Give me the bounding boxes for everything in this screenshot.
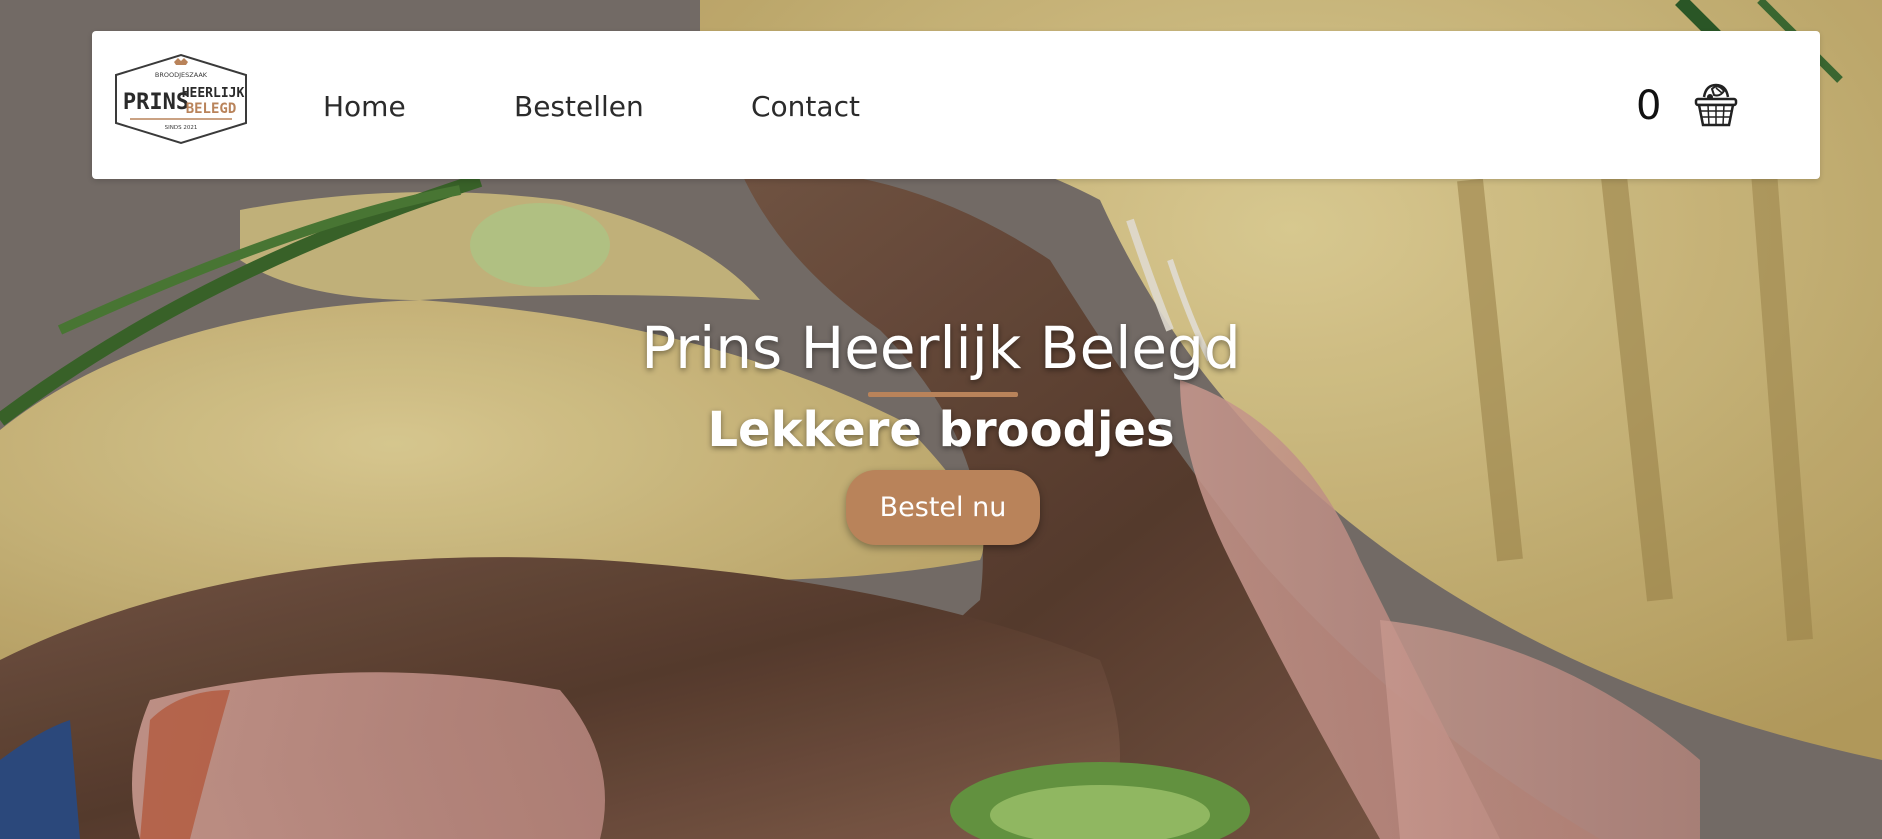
logo-badge-icon: BROODJESZAAK PRINS HEERLIJK BELEGD SINDS… (115, 53, 247, 145)
basket-icon[interactable] (1692, 79, 1740, 129)
hero-title: Prins Heerlijk Belegd (641, 314, 1241, 382)
logo-main-right-bottom: BELEGD (186, 101, 237, 117)
nav-link-home[interactable]: Home (323, 87, 406, 127)
nav-link-contact[interactable]: Contact (751, 87, 860, 127)
nav-link-bestellen[interactable]: Bestellen (514, 87, 644, 127)
order-now-button[interactable]: Bestel nu (846, 470, 1040, 545)
cart-count: 0 (1636, 83, 1662, 129)
logo-main-left: PRINS (123, 90, 189, 115)
logo-since: SINDS 2021 (165, 125, 198, 131)
logo[interactable]: BROODJESZAAK PRINS HEERLIJK BELEGD SINDS… (108, 53, 254, 145)
main-navbar: BROODJESZAAK PRINS HEERLIJK BELEGD SINDS… (92, 31, 1820, 179)
hero-divider (868, 392, 1018, 397)
hero-subtitle: Lekkere broodjes (707, 402, 1175, 458)
logo-top-text: BROODJESZAAK (155, 71, 208, 79)
logo-main-right-top: HEERLIJK (182, 86, 245, 101)
